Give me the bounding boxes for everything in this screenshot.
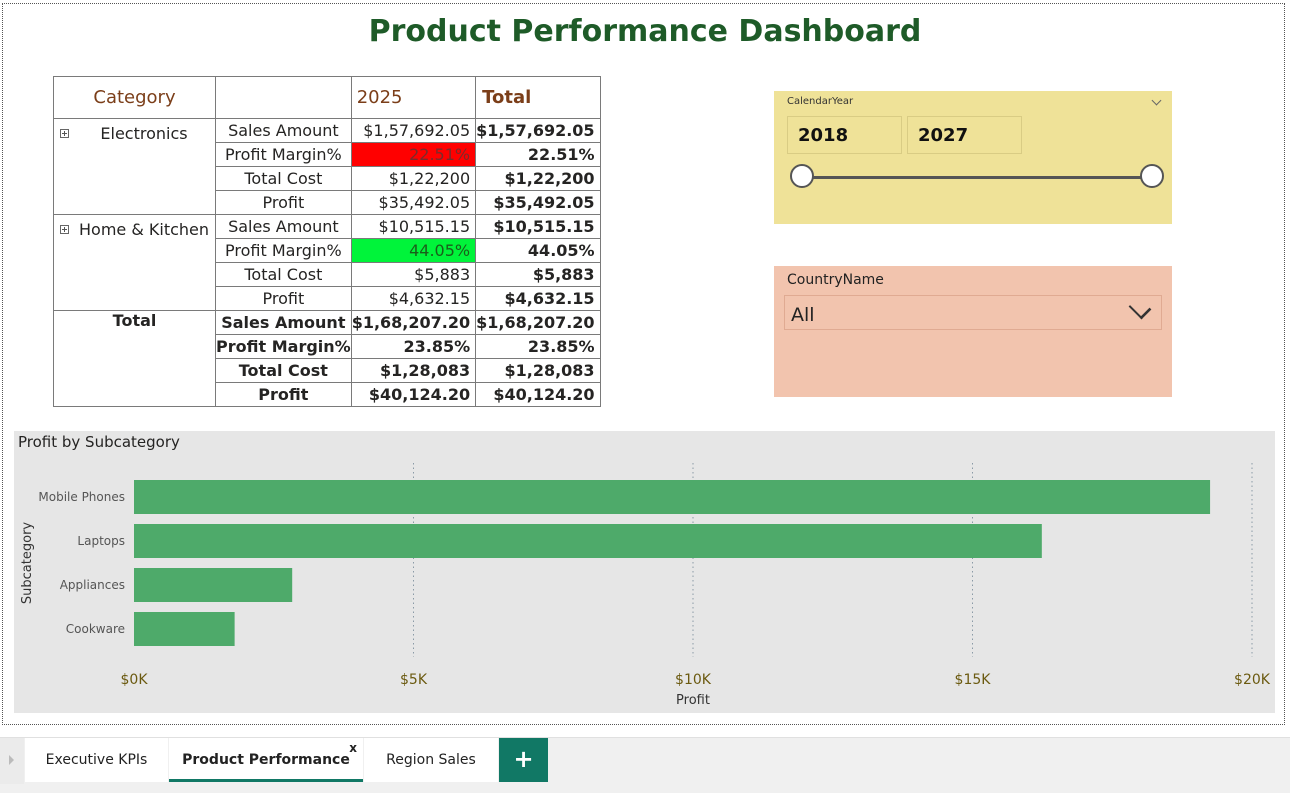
category-label: Electronics [100, 123, 188, 143]
measure-label: Sales Amount [215, 118, 352, 143]
tab-label: Region Sales [386, 752, 476, 768]
total-cell: $5,883 [475, 262, 601, 287]
y-tick-label: Laptops [77, 534, 125, 548]
category-label: Home & Kitchen [79, 219, 210, 239]
close-icon[interactable]: x [349, 726, 357, 770]
measure-label: Sales Amount [215, 214, 352, 239]
slider-track[interactable] [802, 176, 1152, 179]
tab-label: Product Performance [182, 752, 350, 768]
bar [134, 612, 235, 646]
expand-icon[interactable] [60, 128, 69, 138]
total-cell: $35,492.05 [475, 190, 601, 215]
total-cell: $1,68,207.20 [475, 310, 601, 335]
total-cell: $10,515.15 [475, 214, 601, 239]
value-cell: $1,28,083 [350, 358, 477, 383]
table-row: Home & Kitchen Sales Amount $10,515.15 $… [52, 214, 601, 311]
tab-label: Executive KPIs [45, 752, 148, 768]
slicer-label: CountryName [787, 272, 884, 288]
slider-handle-end[interactable] [1140, 164, 1164, 188]
value-cell: $10,515.15 [350, 214, 477, 239]
total-cell: $1,28,083 [475, 358, 601, 383]
matrix-header-row: Category 2025 Total [52, 76, 601, 119]
add-page-button[interactable]: + [499, 738, 548, 782]
measure-label: Profit Margin% [215, 238, 352, 263]
measure-label: Profit [215, 286, 352, 311]
expand-icon[interactable] [60, 224, 69, 234]
y-tick-label: Cookware [66, 622, 125, 636]
x-tick-label: $5K [400, 672, 428, 688]
caret-left-icon [9, 755, 14, 765]
value-cell: $40,124.20 [350, 382, 477, 407]
total-label: Total [52, 310, 217, 407]
category-cell-home-kitchen: Home & Kitchen [52, 214, 217, 311]
tab-scroll-left[interactable] [0, 738, 24, 784]
total-cell: 44.05% [475, 238, 601, 263]
bar [134, 480, 1211, 514]
header-blank [215, 76, 352, 119]
total-cell: 22.51% [475, 142, 601, 167]
calendar-year-slicer[interactable]: CalendarYear 2018 2027 [774, 91, 1172, 224]
page-title: Product Performance Dashboard [368, 14, 922, 49]
value-cell: $1,22,200 [350, 166, 477, 191]
header-category[interactable]: Category [52, 76, 217, 119]
tab-executive-kpis[interactable]: Executive KPIs [25, 738, 168, 782]
value-cell: $1,57,692.05 [350, 118, 477, 143]
value-cell-highlight: 44.05% [350, 238, 477, 263]
x-tick-label: $0K [121, 672, 149, 688]
total-row: Total Sales Amount $1,68,207.20 $1,68,20… [52, 310, 601, 407]
country-dropdown[interactable]: All [784, 295, 1162, 330]
measure-label: Total Cost [215, 358, 352, 383]
total-cell: $1,22,200 [475, 166, 601, 191]
header-year[interactable]: 2025 [350, 76, 477, 119]
measure-label: Profit [215, 190, 352, 215]
total-cell: $4,632.15 [475, 286, 601, 311]
category-cell-electronics: Electronics [52, 118, 217, 215]
total-cell: $40,124.20 [475, 382, 601, 407]
chevron-down-icon[interactable] [1128, 296, 1152, 320]
bar [134, 568, 293, 602]
measure-label: Profit Margin% [215, 334, 352, 359]
y-tick-label: Mobile Phones [38, 490, 125, 504]
value-cell: $5,883 [350, 262, 477, 287]
slicer-label: CalendarYear [787, 96, 854, 107]
tab-region-sales[interactable]: Region Sales [364, 738, 498, 782]
bar-chart-svg: $0K $5K $10K $15K $20K Mobile Phones Laptops Ap… [20, 463, 1271, 708]
y-tick-label: Appliances [60, 578, 125, 592]
tab-product-performance[interactable]: Product Performance x [169, 738, 363, 782]
value-cell: $1,68,207.20 [350, 310, 477, 335]
year-end-input[interactable]: 2027 [907, 116, 1022, 154]
measure-label: Profit [215, 382, 352, 407]
profit-by-subcategory-chart: Profit by Subcategory $0K $5K $10K $15K $20K… [14, 431, 1275, 713]
chevron-down-icon[interactable] [1151, 95, 1162, 106]
total-cell: $1,57,692.05 [475, 118, 601, 143]
total-cell: 23.85% [475, 334, 601, 359]
measure-label: Total Cost [215, 166, 352, 191]
measure-label: Total Cost [215, 262, 352, 287]
country-name-slicer: CountryName All [774, 266, 1172, 397]
matrix-table[interactable]: Category 2025 Total Electronics Sales Am… [52, 76, 601, 407]
measure-label: Sales Amount [215, 310, 352, 335]
measure-label: Profit Margin% [215, 142, 352, 167]
value-cell: $4,632.15 [350, 286, 477, 311]
value-cell: 23.85% [350, 334, 477, 359]
x-tick-label: $20K [1234, 672, 1271, 688]
dropdown-value: All [791, 304, 815, 326]
year-start-input[interactable]: 2018 [787, 116, 902, 154]
x-tick-label: $15K [955, 672, 992, 688]
x-tick-label: $10K [675, 672, 712, 688]
x-axis-label: Profit [676, 693, 710, 708]
page-tab-bar: Executive KPIs Product Performance x Regi… [0, 737, 1290, 793]
table-row: Electronics Sales Amount $1,57,692.05 $1… [52, 118, 601, 215]
slider-handle-start[interactable] [790, 164, 814, 188]
y-axis-label: Subcategory [20, 522, 35, 605]
value-cell-highlight: 22.51% [350, 142, 477, 167]
bar [134, 524, 1042, 558]
header-total[interactable]: Total [475, 76, 601, 119]
value-cell: $35,492.05 [350, 190, 477, 215]
